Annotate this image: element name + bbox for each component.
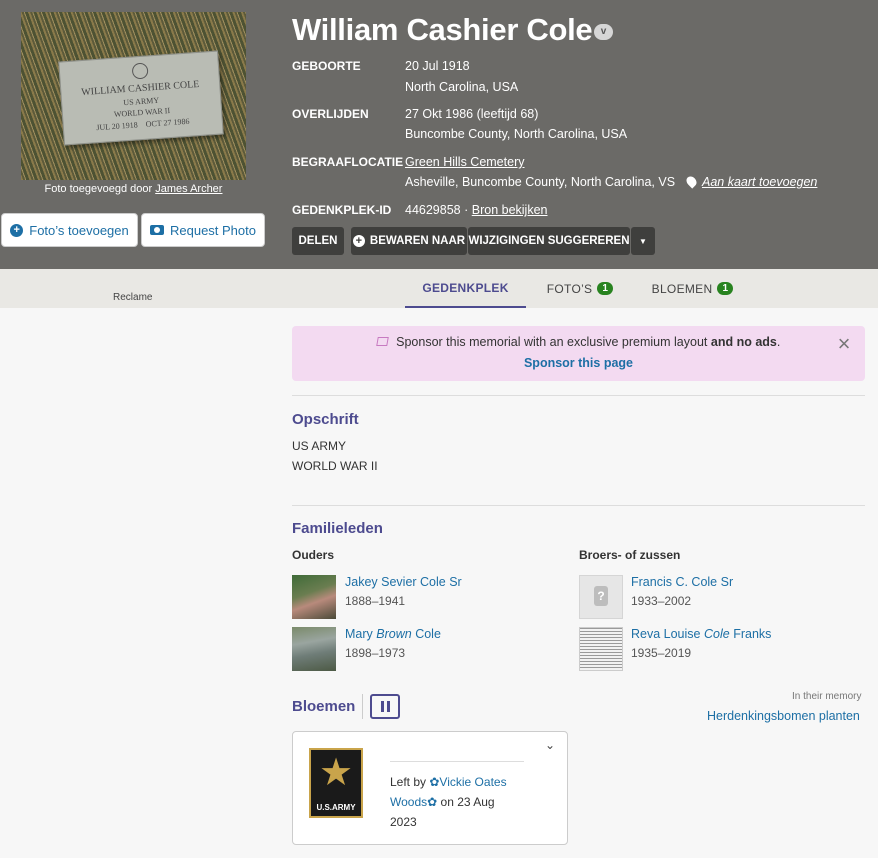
plant-trees-link[interactable]: Herdenkingsbomen planten bbox=[707, 709, 860, 723]
share-button[interactable]: DELEN bbox=[292, 227, 344, 255]
sibling-photo[interactable] bbox=[579, 627, 623, 671]
sponsor-text-bold: and no ads bbox=[710, 335, 777, 349]
inscription-line: WORLD WAR II bbox=[292, 459, 378, 473]
death-date: 27 Okt 1986 (leeftijd 68) bbox=[405, 107, 539, 121]
tab-memorial[interactable]: GEDENKPLEK bbox=[405, 269, 526, 308]
burial-place: Asheville, Buncombe County, North Caroli… bbox=[405, 174, 817, 189]
request-photo-button[interactable]: Request Photo bbox=[141, 213, 265, 247]
birth-date: 20 Jul 1918 bbox=[405, 59, 470, 73]
parent-name-link[interactable]: Jakey Sevier Cole Sr bbox=[345, 575, 462, 589]
photo-caption: Foto toegevoegd door James Archer bbox=[21, 183, 246, 195]
inscription-heading: Opschrift bbox=[292, 411, 359, 428]
left-by-label: Left by bbox=[390, 775, 427, 789]
headstone-photo[interactable]: WILLIAM CASHIER COLE US ARMY WORLD WAR I… bbox=[21, 12, 246, 180]
page-title: William Cashier Cole bbox=[292, 12, 593, 47]
add-photos-label: Foto’s toevoegen bbox=[29, 222, 129, 238]
suggest-edits-button[interactable]: WIJZIGINGEN SUGGEREREN bbox=[468, 227, 630, 255]
parent-name-link[interactable]: Mary Brown Cole bbox=[345, 627, 441, 641]
caret-down-icon: ▼ bbox=[639, 236, 647, 246]
burial-place-text: Asheville, Buncombe County, North Caroli… bbox=[405, 175, 676, 189]
parent-dates: 1888–1941 bbox=[345, 594, 406, 608]
cemetery-link[interactable]: Green Hills Cemetery bbox=[405, 155, 524, 169]
parent-photo[interactable] bbox=[292, 575, 336, 619]
maiden-name: Brown bbox=[376, 627, 412, 641]
close-icon[interactable]: × bbox=[835, 333, 853, 355]
flower-author-link-cont[interactable]: Woods✿ bbox=[390, 795, 437, 809]
save-to-label: BEWAREN NAAR bbox=[369, 235, 466, 247]
last-name: Franks bbox=[733, 627, 772, 641]
flower-left-by: Left by ✿Vickie Oates Woods✿ on 23 Aug 2… bbox=[390, 772, 550, 832]
caption-prefix: Foto toegevoegd door bbox=[44, 183, 153, 195]
memory-label: In their memory bbox=[792, 691, 862, 702]
flower-card: ★ U.S.ARMY ⌄ Left by ✿Vickie Oates Woods… bbox=[292, 731, 568, 845]
add-photos-button[interactable]: + Foto’s toevoegen bbox=[1, 213, 138, 247]
first-name: Reva Louise bbox=[631, 627, 701, 641]
tab-memorial-label: GEDENKPLEK bbox=[422, 280, 509, 295]
sibling-photo-placeholder[interactable]: ? bbox=[579, 575, 623, 619]
map-pin-icon bbox=[683, 174, 699, 189]
flowers-heading: Bloemen bbox=[292, 698, 356, 715]
tab-photos[interactable]: FOTO’S 1 bbox=[540, 269, 620, 308]
death-label: OVERLIJDEN bbox=[292, 107, 369, 121]
photos-count-badge: 1 bbox=[597, 282, 614, 295]
tab-photos-label: FOTO’S bbox=[546, 281, 593, 296]
last-name: Cole bbox=[415, 627, 441, 641]
add-to-map-link[interactable]: Aan kaart toevoegen bbox=[702, 175, 817, 189]
tab-flowers[interactable]: BLOEMEN 1 bbox=[645, 269, 740, 308]
family-heading: Familieleden bbox=[292, 520, 383, 537]
cross-emblem-icon bbox=[131, 62, 149, 80]
sponsor-banner: Sponsor this memorial with an exclusive … bbox=[292, 326, 865, 381]
emblem-label: U.S.ARMY bbox=[316, 803, 356, 812]
headstone: WILLIAM CASHIER COLE US ARMY WORLD WAR I… bbox=[58, 50, 224, 146]
burial-label: BEGRAAFLOCATIE bbox=[292, 155, 404, 169]
request-photo-label: Request Photo bbox=[169, 222, 256, 238]
death-place: Buncombe County, North Carolina, USA bbox=[405, 127, 628, 141]
maiden-name: Cole bbox=[703, 627, 730, 641]
diamond-icon bbox=[375, 337, 389, 346]
sibling-dates: 1935–2019 bbox=[631, 646, 692, 660]
divider bbox=[362, 694, 363, 719]
siblings-label: Broers- of zussen bbox=[579, 548, 681, 562]
sponsor-text: Sponsor this memorial with an exclusive … bbox=[292, 335, 865, 349]
flowers-count-badge: 1 bbox=[717, 282, 734, 295]
pause-button[interactable] bbox=[370, 694, 400, 719]
us-army-emblem: ★ U.S.ARMY bbox=[309, 748, 363, 818]
first-name: Mary bbox=[345, 627, 373, 641]
question-mark-icon: ? bbox=[594, 586, 608, 606]
verified-badge-icon[interactable]: v bbox=[594, 24, 613, 40]
sponsor-page-link[interactable]: Sponsor this page bbox=[292, 356, 865, 370]
ad-label: Reclame bbox=[113, 292, 153, 303]
birth-label: GEBOORTE bbox=[292, 59, 361, 73]
parent-dates: 1898–1973 bbox=[345, 646, 406, 660]
birth-place: North Carolina, USA bbox=[405, 80, 519, 94]
memorial-id-value: 44629858 · bbox=[405, 203, 469, 217]
memorial-id-label: GEDENKPLEK-ID bbox=[292, 203, 392, 217]
chevron-down-icon[interactable]: ⌄ bbox=[545, 738, 555, 752]
star-icon: ★ bbox=[318, 752, 354, 794]
memorial-id: 44629858 · Bron bekijken bbox=[405, 203, 548, 217]
parents-label: Ouders bbox=[292, 548, 335, 562]
view-source-link[interactable]: Bron bekijken bbox=[472, 203, 548, 217]
save-to-button[interactable]: + BEWAREN NAAR bbox=[351, 227, 467, 255]
more-options-button[interactable]: ▼ bbox=[631, 227, 655, 255]
sibling-name-link[interactable]: Francis C. Cole Sr bbox=[631, 575, 733, 589]
plus-circle-icon: + bbox=[10, 223, 24, 237]
flower-author-link[interactable]: ✿Vickie Oates bbox=[429, 775, 506, 789]
burial-cemetery: Green Hills Cemetery bbox=[405, 155, 524, 169]
tab-flowers-label: BLOEMEN bbox=[651, 281, 713, 296]
camera-icon bbox=[149, 225, 164, 235]
divider bbox=[292, 505, 865, 506]
divider bbox=[292, 395, 865, 396]
inscription-line: US ARMY bbox=[292, 439, 347, 453]
sponsor-text-main: Sponsor this memorial with an exclusive … bbox=[396, 335, 708, 349]
photo-author-link[interactable]: James Archer bbox=[155, 183, 222, 195]
sibling-name-link[interactable]: Reva Louise Cole Franks bbox=[631, 627, 771, 641]
flower-year: 2023 bbox=[390, 815, 417, 829]
divider bbox=[390, 761, 524, 762]
plus-circle-icon: + bbox=[352, 235, 365, 247]
parent-photo[interactable] bbox=[292, 627, 336, 671]
flower-date: on 23 Aug bbox=[440, 795, 495, 809]
sibling-dates: 1933–2002 bbox=[631, 594, 692, 608]
